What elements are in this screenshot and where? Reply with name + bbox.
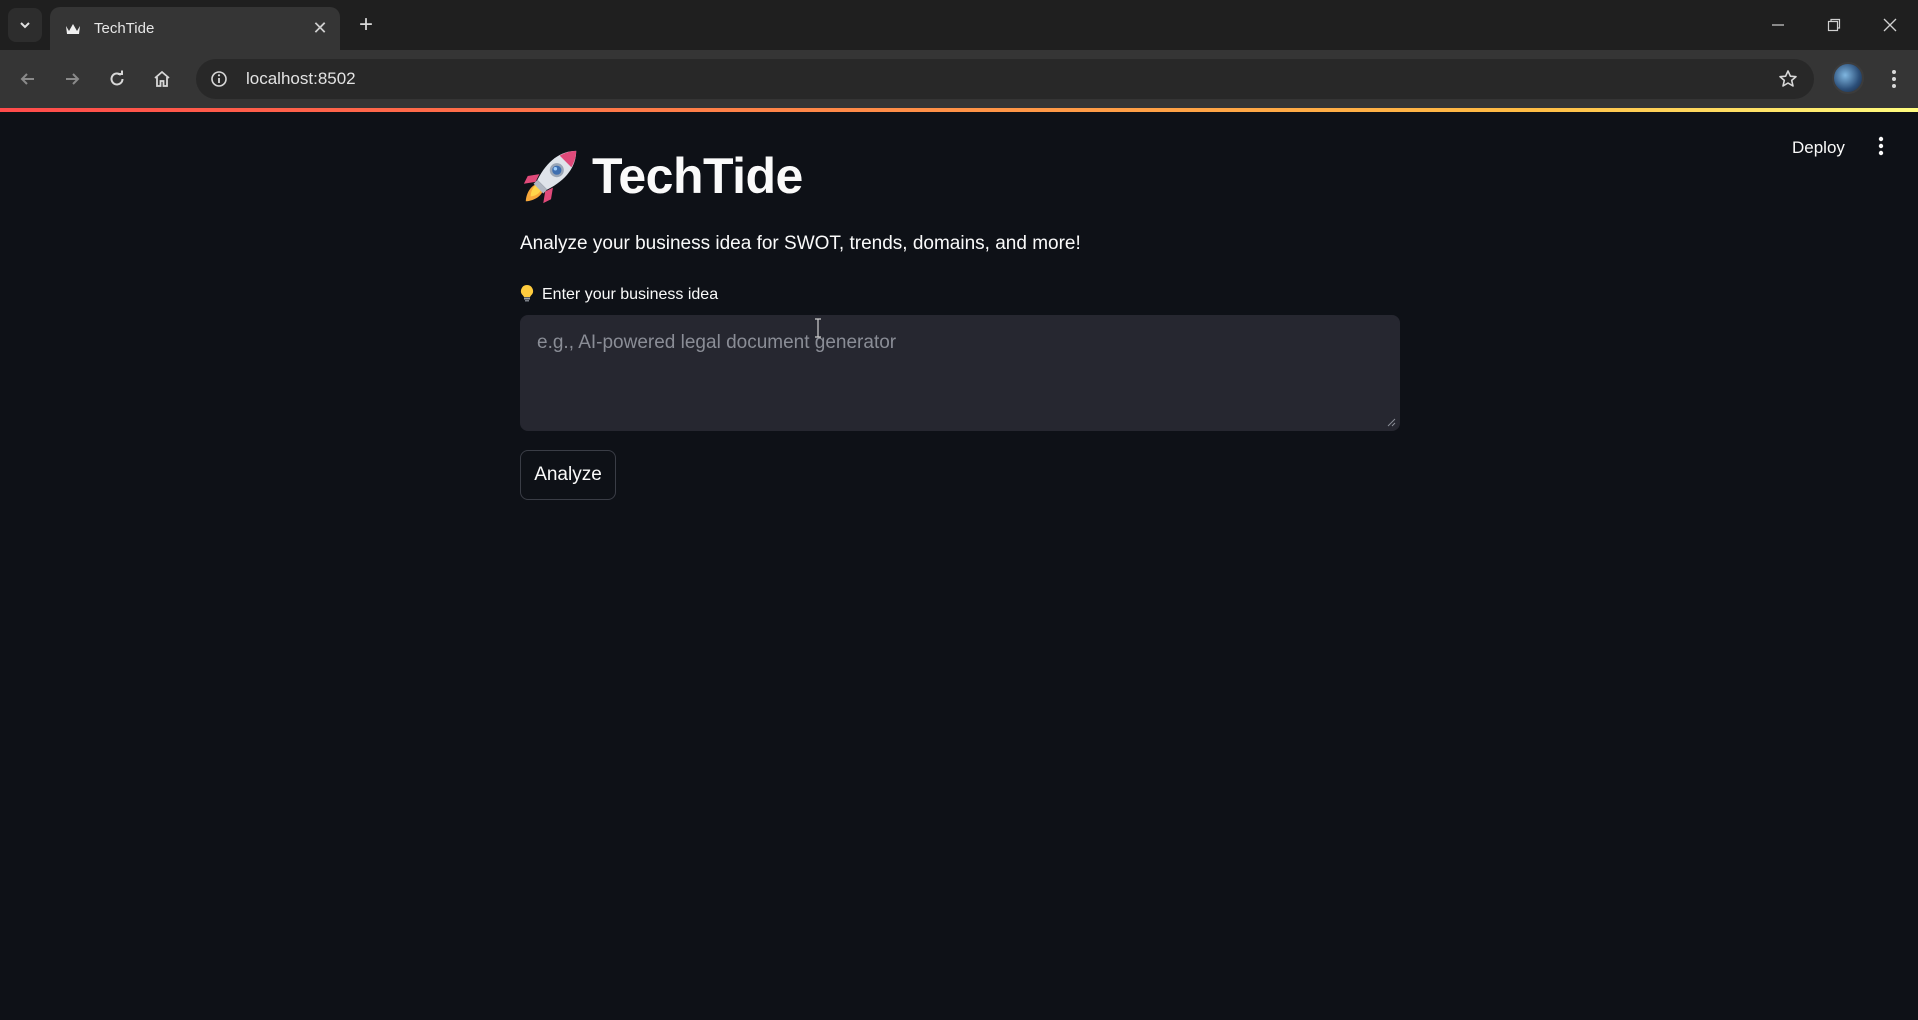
chevron-down-icon [20,22,30,29]
kebab-menu-icon [1892,70,1896,88]
page-title-row: TechTide [520,145,1400,207]
arrow-left-icon [20,73,34,85]
restore-button[interactable] [1806,0,1862,50]
tab-title: TechTide [94,20,155,37]
lightbulb-icon [520,284,534,306]
resize-handle-icon[interactable] [1386,417,1396,427]
idea-field-label: Enter your business idea [520,284,1400,306]
business-idea-textarea[interactable] [520,315,1400,431]
minimize-button[interactable] [1750,0,1806,50]
browser-toolbar: localhost:8502 [0,50,1918,108]
new-tab-button[interactable]: + [352,11,380,39]
page-subtitle: Analyze your business idea for SWOT, tre… [520,233,1081,254]
site-info-icon[interactable] [204,64,234,94]
page-title: TechTide [592,148,803,204]
analyze-button[interactable]: Analyze [520,450,616,500]
idea-label-text: Enter your business idea [542,286,719,303]
kebab-menu-icon [1878,136,1884,156]
close-icon [1883,18,1897,32]
close-tab-icon[interactable]: ✕ [308,17,332,41]
tab-search-button[interactable] [8,8,42,42]
close-window-button[interactable] [1862,0,1918,50]
browser-tab[interactable]: TechTide ✕ [50,7,340,50]
bookmark-star-icon[interactable] [1770,61,1806,97]
restore-icon [1827,18,1841,32]
minimize-icon [1772,24,1784,26]
arrow-right-icon [66,73,80,85]
profile-avatar[interactable] [1832,62,1864,94]
browser-tab-strip: TechTide ✕ + [0,0,1918,50]
browser-menu-button[interactable] [1876,61,1912,97]
home-button[interactable] [144,61,180,97]
crown-icon [64,20,82,38]
text-cursor-icon [815,318,821,338]
main-menu-button[interactable] [1866,130,1896,162]
url-text[interactable]: localhost:8502 [246,69,1770,89]
reload-button[interactable] [99,61,135,97]
forward-button[interactable] [54,61,90,97]
business-idea-input[interactable] [521,316,1399,430]
deploy-button[interactable]: Deploy [1780,132,1857,164]
home-icon [154,70,170,87]
address-bar[interactable]: localhost:8502 [196,59,1814,99]
back-button[interactable] [10,61,46,97]
reload-icon [110,70,124,86]
rocket-icon [523,150,577,204]
